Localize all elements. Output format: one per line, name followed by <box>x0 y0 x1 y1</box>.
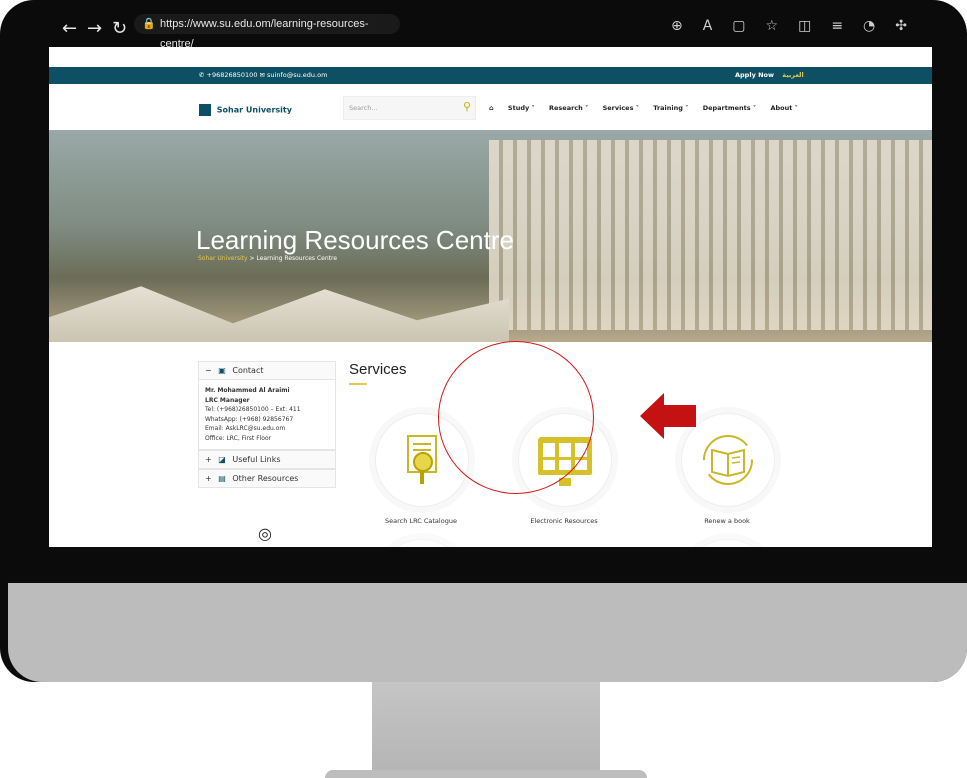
service-card-partial[interactable] <box>375 539 469 547</box>
zoom-icon[interactable]: ⊕ <box>671 18 703 34</box>
other-resources-label: Other Resources <box>232 474 299 483</box>
electronic-resources-label[interactable]: Electronic Resources <box>504 517 624 525</box>
annotation-circle <box>438 341 594 494</box>
renew-book-label[interactable]: Renew a book <box>667 517 787 525</box>
instagram-icon[interactable]: ◎ <box>258 524 272 543</box>
search-icon[interactable]: ⚲ <box>463 96 471 118</box>
monitor-base <box>325 770 647 778</box>
contact-toggle[interactable]: − ▣ Contact <box>198 361 336 380</box>
monitor-stand <box>372 682 600 778</box>
contact-office: Office: LRC, First Floor <box>205 434 272 442</box>
address-bar[interactable]: 🔒 https://www.su.edu.om/learning-resourc… <box>134 14 400 50</box>
site-header: Sohar University Search... ⚲ ⌂ Study ˅ R… <box>49 84 932 130</box>
link-icon: ◪ <box>218 455 226 464</box>
search-catalogue-label[interactable]: Search LRC Catalogue <box>361 517 481 525</box>
search-placeholder: Search... <box>349 104 378 112</box>
contact-whatsapp: WhatsApp: (+968) 92856767 <box>205 415 294 423</box>
university-logo[interactable]: Sohar University <box>199 104 292 116</box>
service-card-partial[interactable] <box>681 539 775 547</box>
favorite-star-icon[interactable]: ☆ <box>766 18 799 34</box>
contact-info: ✆ +96826850100 ✉ suinfo@su.edu.om <box>199 71 328 79</box>
forward-arrow-icon[interactable]: → <box>87 18 102 39</box>
lock-icon: 🔒 <box>142 18 156 30</box>
building-image <box>489 140 932 330</box>
contact-card-icon: ▣ <box>218 366 226 375</box>
browser-toolbar: ⊕A▢☆◫≡◔✣ <box>671 18 927 34</box>
top-links: Apply Now العربية <box>735 67 804 84</box>
top-bar: ✆ +96826850100 ✉ suinfo@su.edu.om Apply … <box>49 67 932 84</box>
monitor-chin <box>8 583 967 682</box>
menu-about[interactable]: About ˅ <box>770 104 797 112</box>
breadcrumb: Sohar University > Learning Resources Ce… <box>198 255 337 262</box>
main-menu: ⌂ Study ˅ Research ˅ Services ˅ Training… <box>489 104 810 112</box>
back-arrow-icon[interactable]: ← <box>62 18 77 39</box>
expand-icon: + <box>205 474 212 483</box>
logo-text: Sohar University <box>216 105 292 115</box>
menu-training[interactable]: Training ˅ <box>653 104 688 112</box>
menu-services[interactable]: Services ˅ <box>603 104 639 112</box>
hero-banner: Learning Resources Centre Sohar Universi… <box>49 130 932 342</box>
heading-underline <box>349 383 367 385</box>
menu-study[interactable]: Study ˅ <box>508 104 535 112</box>
contact-tel: Tel: (+968)26850100 – Ext: 411 <box>205 406 301 413</box>
contact-details: Mr. Mohammed Al Araimi LRC Manager Tel: … <box>198 380 336 450</box>
reload-icon[interactable]: ↻ <box>112 18 127 39</box>
contact-role: LRC Manager <box>205 396 250 404</box>
menu-departments[interactable]: Departments ˅ <box>703 104 756 112</box>
page-title: Learning Resources Centre <box>196 225 514 255</box>
canopy-image <box>49 286 509 342</box>
arabic-link[interactable]: العربية <box>782 71 803 79</box>
contact-label: Contact <box>232 366 264 375</box>
useful-links-label: Useful Links <box>232 455 281 464</box>
useful-links-toggle[interactable]: + ◪ Useful Links <box>198 450 336 469</box>
building-icon: ▤ <box>218 474 226 483</box>
apply-now-link[interactable]: Apply Now <box>735 71 774 79</box>
browser-chrome: ← → ↻ 🔒 https://www.su.edu.om/learning-r… <box>0 0 967 50</box>
breadcrumb-current: > Learning Resources Centre <box>249 255 338 262</box>
menu-research[interactable]: Research ˅ <box>549 104 588 112</box>
read-aloud-icon[interactable]: A <box>703 18 733 34</box>
tab-icon[interactable]: ▢ <box>732 18 765 34</box>
services-heading: Services <box>349 361 407 378</box>
logo-mark-icon <box>199 104 211 116</box>
renew-book-icon <box>694 426 762 494</box>
collections-icon[interactable]: ◔ <box>863 18 895 34</box>
split-icon[interactable]: ◫ <box>798 18 831 34</box>
contact-name: Mr. Mohammed Al Araimi <box>205 387 290 394</box>
sidebar: − ▣ Contact Mr. Mohammed Al Araimi LRC M… <box>198 361 336 543</box>
expand-icon: + <box>205 455 212 464</box>
favorites-list-icon[interactable]: ≡ <box>831 18 863 34</box>
extensions-icon[interactable]: ✣ <box>895 18 927 34</box>
annotation-arrow-icon <box>640 393 696 439</box>
contact-email[interactable]: Email: AskLRC@su.edu.om <box>205 424 329 434</box>
home-icon[interactable]: ⌂ <box>489 104 494 112</box>
breadcrumb-home-link[interactable]: Sohar University <box>198 255 248 262</box>
collapse-icon: − <box>205 366 212 375</box>
search-input[interactable]: Search... ⚲ <box>343 96 476 120</box>
other-resources-toggle[interactable]: + ▤ Other Resources <box>198 469 336 488</box>
address-text[interactable]: https://www.su.edu.om/learning-resources… <box>160 18 368 50</box>
